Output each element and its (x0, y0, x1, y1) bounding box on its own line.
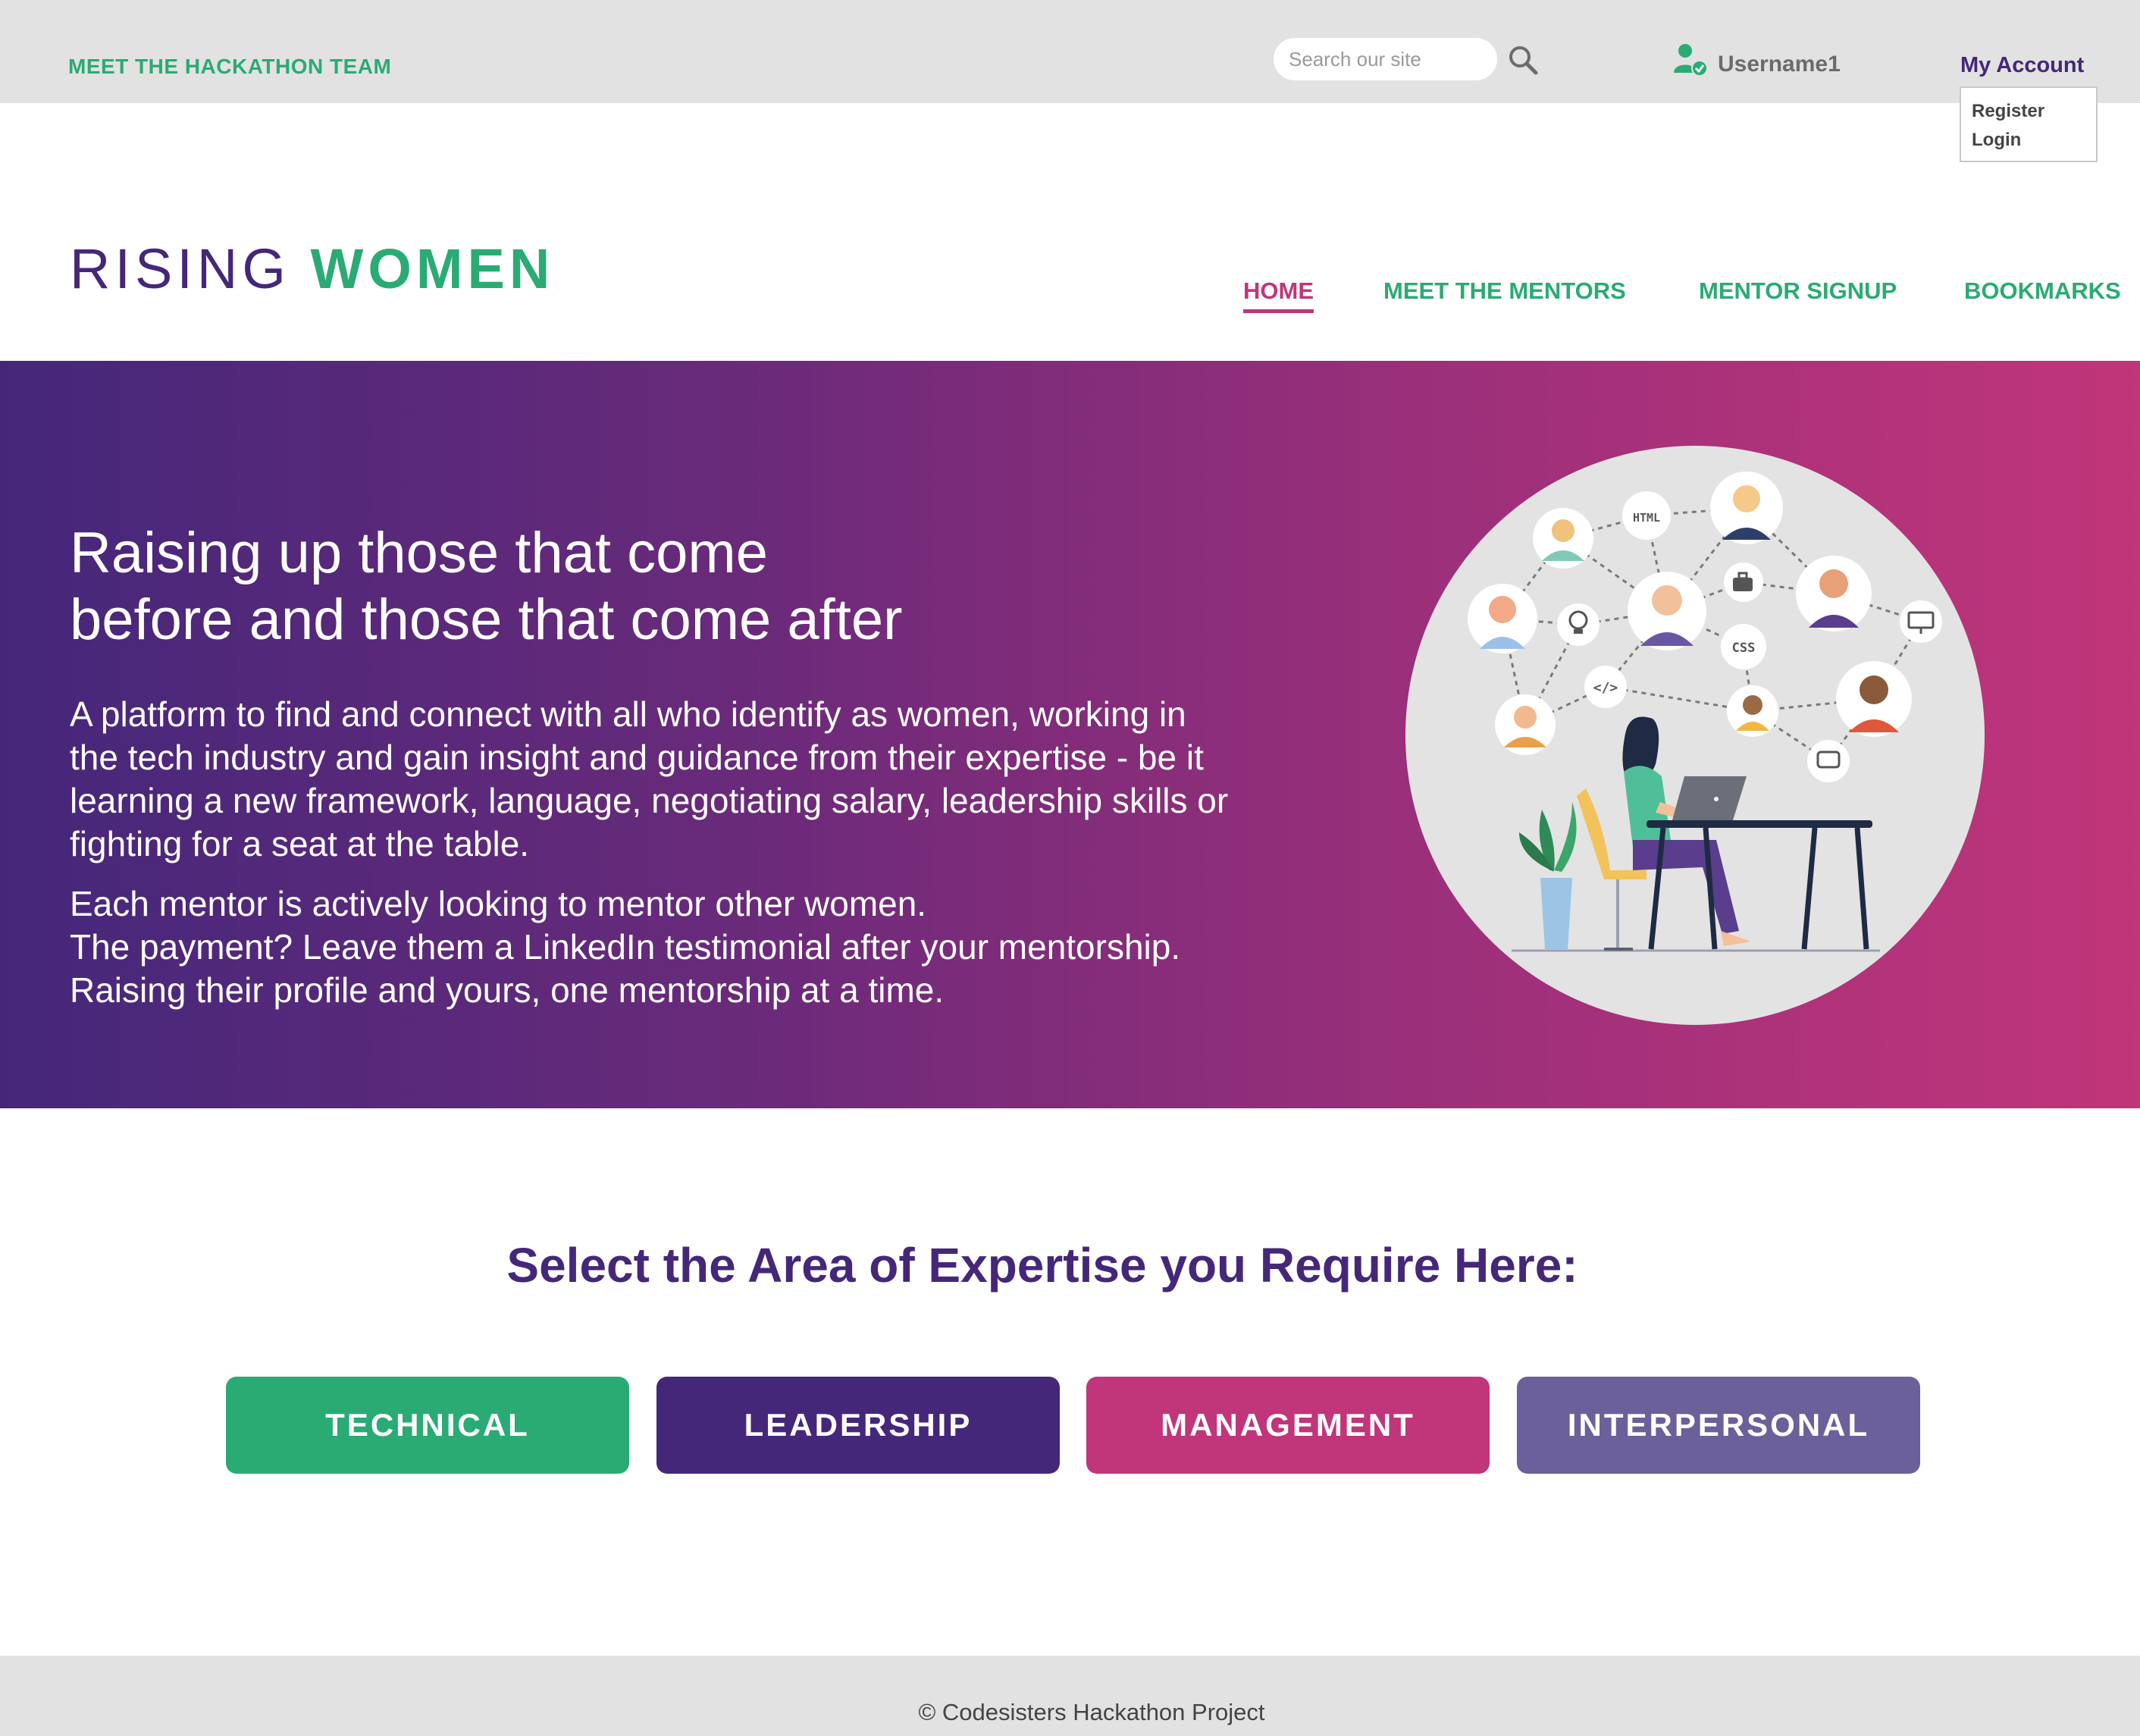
lightbulb-icon (1557, 603, 1600, 646)
briefcase-icon (1724, 562, 1763, 602)
logo-text-rising: RISING (70, 237, 290, 300)
css-badge: CSS (1721, 624, 1766, 669)
hero-description-line: the tech industry and gain insight and g… (70, 738, 1204, 777)
code-badge: </> (1584, 666, 1627, 708)
expertise-section-title: Select the Area of Expertise you Require… (506, 1238, 1578, 1293)
monitor-code-icon (1900, 600, 1942, 643)
network-illustration-svg: HTML CSS </> (1468, 472, 1942, 952)
html-badge-label: HTML (1633, 511, 1660, 525)
hero-title-line: Raising up those that come (70, 521, 768, 585)
css-badge-label: CSS (1732, 641, 1756, 656)
hero-banner: Raising up those that come before and th… (0, 361, 2140, 1108)
mentor-avatar-icon (1836, 661, 1912, 737)
interpersonal-category-button[interactable]: INTERPERSONAL (1517, 1377, 1920, 1474)
html-badge: HTML (1622, 491, 1671, 540)
mentor-avatar-icon (1468, 584, 1537, 653)
username-label[interactable]: Username1 (1718, 52, 1841, 77)
hero-mentor-info-line: Raising their profile and yours, one men… (70, 970, 945, 1010)
my-account-link[interactable]: My Account (1960, 53, 2084, 78)
nav-home[interactable]: HOME (1243, 277, 1314, 313)
mentor-avatar-icon (1628, 572, 1706, 650)
chat-icon (1807, 740, 1850, 782)
mentor-avatar-icon (1710, 472, 1783, 544)
hero-mentor-info-line: Each mentor is actively looking to mento… (70, 884, 927, 923)
search-box[interactable] (1274, 38, 1497, 80)
mentor-avatar-icon (1727, 685, 1778, 737)
leadership-category-button[interactable]: LEADERSHIP (656, 1377, 1060, 1474)
mentorship-network-illustration: HTML CSS </> (1405, 446, 1985, 1025)
mentor-avatar-icon (1533, 508, 1593, 569)
search-icon[interactable] (1507, 44, 1539, 76)
nav-meet-the-mentors[interactable]: MEET THE MENTORS (1383, 277, 1626, 305)
hero-description-line: fighting for a seat at the table. (70, 824, 530, 863)
site-footer: © Codesisters Hackathon Project (0, 1656, 2140, 1736)
technical-category-button[interactable]: TECHNICAL (226, 1377, 629, 1474)
mentor-avatar-icon (1495, 694, 1556, 755)
hero-title-line: before and those that come after (70, 588, 903, 652)
hero-mentor-info: Each mentor is actively looking to mento… (70, 882, 1313, 1012)
nav-mentor-signup[interactable]: MENTOR SIGNUP (1699, 277, 1897, 305)
hero-title: Raising up those that come before and th… (70, 520, 1055, 653)
management-category-button[interactable]: MANAGEMENT (1086, 1377, 1490, 1474)
register-menu-item[interactable]: Register (1972, 97, 2085, 126)
footer-copyright: © Codesisters Hackathon Project (918, 1699, 1265, 1725)
login-menu-item[interactable]: Login (1972, 126, 2085, 155)
hero-description-line: A platform to find and connect with all … (70, 694, 1186, 734)
hero-mentor-info-line: The payment? Leave them a LinkedIn testi… (70, 927, 1181, 967)
search-input[interactable] (1274, 38, 1497, 80)
top-bar: MEET THE HACKATHON TEAM Username1 My Acc… (0, 0, 2140, 103)
hero-description-line: learning a new framework, language, nego… (70, 781, 1229, 820)
meet-hackathon-team-link[interactable]: MEET THE HACKATHON TEAM (68, 55, 391, 79)
user-verified-icon (1674, 44, 1708, 77)
hero-description: A platform to find and connect with all … (70, 693, 1313, 866)
code-badge-label: </> (1593, 680, 1618, 696)
account-dropdown-menu: Register Login (1960, 86, 2098, 162)
logo-text-women: WOMEN (310, 237, 555, 300)
nav-bookmarks[interactable]: BOOKMARKS (1964, 277, 2121, 305)
site-logo[interactable]: RISING WOMEN (70, 241, 554, 297)
mentor-avatar-icon (1796, 556, 1872, 631)
